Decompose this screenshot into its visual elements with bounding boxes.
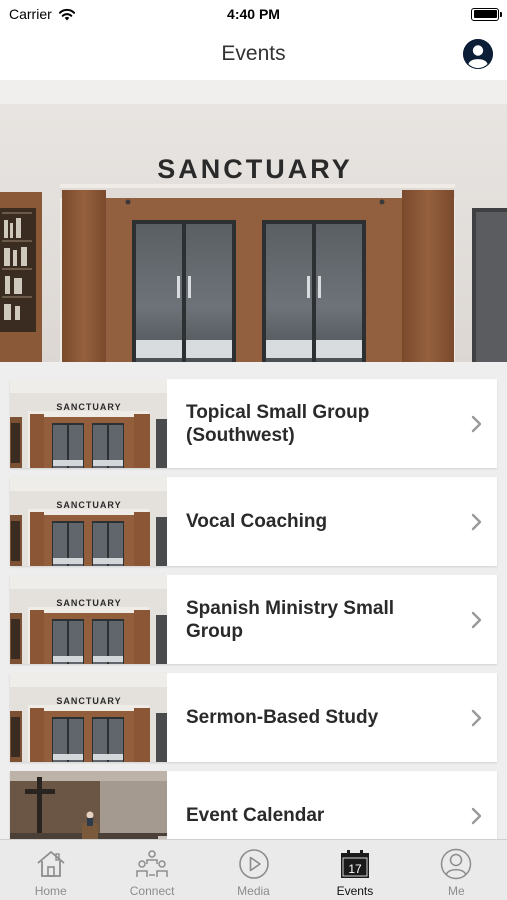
tab-events[interactable]: 17 Events	[304, 840, 405, 900]
event-title: Topical Small Group (Southwest)	[186, 401, 370, 446]
profile-icon	[463, 39, 493, 69]
calendar-icon: 17	[340, 850, 369, 878]
event-title: Spanish Ministry Small Group	[186, 597, 394, 642]
event-thumbnail: SANCTUARY	[10, 575, 167, 664]
battery-icon	[471, 7, 502, 21]
carrier-label: Carrier	[9, 6, 52, 22]
calendar-day: 17	[348, 862, 362, 876]
status-bar: Carrier 4:40 PM	[0, 0, 507, 28]
event-card[interactable]: SANCTUARY Topical Small Group (Southwest…	[10, 379, 497, 468]
event-title: Sermon-Based Study	[186, 707, 379, 728]
chevron-right-icon	[461, 807, 491, 825]
hero-image: SANCTUARY	[0, 80, 507, 362]
event-card[interactable]: SANCTUARY Spanish Ministry Small Group	[10, 575, 497, 664]
event-thumbnail: SANCTUARY	[10, 379, 167, 468]
play-icon	[238, 849, 269, 879]
tab-label: Home	[34, 884, 67, 898]
tab-home[interactable]: Home	[0, 840, 101, 900]
sanctuary-sign: SANCTUARY	[157, 154, 353, 184]
tab-me[interactable]: Me	[406, 840, 507, 900]
event-card[interactable]: SANCTUARY Sermon-Based Study	[10, 673, 497, 762]
chevron-right-icon	[461, 709, 491, 727]
event-thumbnail: SANCTUARY	[10, 673, 167, 762]
tab-label: Events	[336, 884, 374, 898]
person-icon	[441, 848, 472, 880]
tab-label: Me	[447, 884, 465, 898]
tab-bar: Home Connect Media 17 Events Me	[0, 839, 507, 900]
event-card[interactable]: Event Calendar	[10, 771, 497, 839]
thumb-sign: SANCTUARY	[56, 696, 121, 706]
event-thumbnail: SANCTUARY	[10, 477, 167, 566]
event-title: Vocal Coaching	[186, 511, 328, 532]
navigation-bar: Events	[0, 28, 507, 80]
chevron-right-icon	[461, 415, 491, 433]
page-title: Events	[221, 42, 286, 65]
thumb-sign: SANCTUARY	[56, 598, 121, 608]
tab-label: Connect	[129, 884, 175, 898]
home-icon	[37, 851, 65, 877]
status-left: Carrier	[9, 6, 76, 22]
tab-label: Media	[237, 884, 270, 898]
event-list: SANCTUARY Topical Small Group (Southwest…	[0, 362, 507, 839]
profile-button[interactable]	[463, 39, 493, 69]
event-title: Event Calendar	[186, 805, 325, 826]
event-card[interactable]: SANCTUARY Vocal Coaching	[10, 477, 497, 566]
tab-connect[interactable]: Connect	[101, 840, 202, 900]
event-thumbnail	[10, 771, 167, 839]
thumb-sign: SANCTUARY	[56, 500, 121, 510]
wifi-icon	[58, 8, 75, 20]
people-icon	[136, 850, 168, 877]
tab-media[interactable]: Media	[203, 840, 304, 900]
chevron-right-icon	[461, 611, 491, 629]
thumb-sign: SANCTUARY	[56, 402, 121, 412]
chevron-right-icon	[461, 513, 491, 531]
status-time: 4:40 PM	[227, 6, 280, 22]
